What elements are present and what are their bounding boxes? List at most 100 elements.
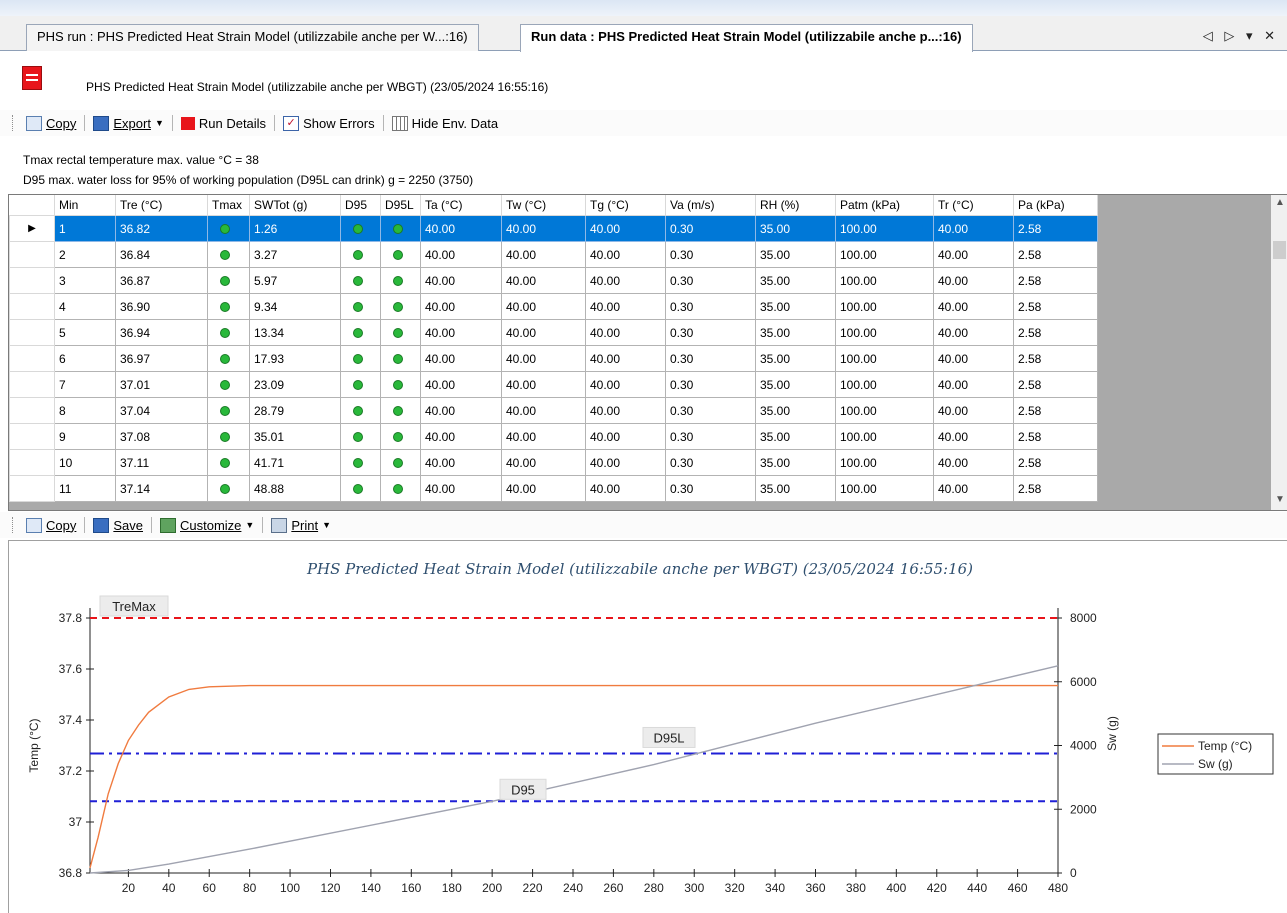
table-cell[interactable]: 36.94	[115, 319, 208, 346]
table-cell[interactable]: 2.58	[1013, 293, 1098, 320]
table-cell[interactable]: 2.58	[1013, 345, 1098, 372]
scroll-up-icon[interactable]: ▲	[1275, 197, 1285, 208]
table-cell[interactable]: 28.79	[249, 397, 341, 424]
table-cell[interactable]: 40.00	[933, 267, 1014, 294]
table-cell[interactable]: 0.30	[665, 215, 756, 242]
table-cell[interactable]: 3.27	[249, 241, 341, 268]
table-row[interactable]: 5 36.94 13.34 40.00 40.00 40.00 0.30 35.00 100.0…	[9, 319, 1098, 346]
table-cell[interactable]: 40.00	[933, 371, 1014, 398]
table-cell[interactable]: 40.00	[585, 319, 666, 346]
table-cell[interactable]: 35.00	[755, 241, 836, 268]
table-row[interactable]: 6 36.97 17.93 40.00 40.00 40.00 0.30 35.00 100.0…	[9, 345, 1098, 372]
table-cell[interactable]: 40.00	[420, 449, 502, 476]
table-cell[interactable]: 35.00	[755, 345, 836, 372]
table-cell[interactable]: 37.14	[115, 475, 208, 502]
vertical-scrollbar[interactable]: ▲ ▼	[1271, 195, 1287, 510]
table-row[interactable]: 11 37.14 48.88 40.00 40.00 40.00 0.30 35.00 100.…	[9, 475, 1098, 502]
column-header[interactable]: Tmax	[207, 195, 250, 216]
table-cell[interactable]: 37.11	[115, 449, 208, 476]
table-cell[interactable]: 40.00	[501, 397, 586, 424]
export-button[interactable]: Export ▼	[89, 115, 168, 131]
row-selector[interactable]	[9, 241, 55, 268]
tab-nav-controls[interactable]: ◁ ▷ ▾ ✕	[1203, 28, 1279, 44]
table-cell[interactable]: 48.88	[249, 475, 341, 502]
table-cell[interactable]: 40.00	[420, 293, 502, 320]
table-row[interactable]: 3 36.87 5.97 40.00 40.00 40.00 0.30 35.00 100.00…	[9, 267, 1098, 294]
toolbar-grip[interactable]	[12, 517, 16, 533]
table-cell[interactable]: 7	[54, 371, 116, 398]
table-cell[interactable]: 40.00	[933, 241, 1014, 268]
table-cell[interactable]: 6	[54, 345, 116, 372]
row-selector[interactable]	[9, 475, 55, 502]
print-button[interactable]: Print ▼	[267, 517, 335, 533]
table-row[interactable]: 8 37.04 28.79 40.00 40.00 40.00 0.30 35.00 100.0…	[9, 397, 1098, 424]
table-cell[interactable]: 100.00	[835, 345, 934, 372]
table-cell[interactable]	[207, 267, 250, 294]
row-selector[interactable]	[9, 345, 55, 372]
table-cell[interactable]: 40.00	[501, 319, 586, 346]
table-cell[interactable]	[380, 215, 421, 242]
table-cell[interactable]: 0.30	[665, 397, 756, 424]
table-cell[interactable]: 35.00	[755, 371, 836, 398]
table-cell[interactable]	[207, 423, 250, 450]
table-cell[interactable]: 35.00	[755, 423, 836, 450]
table-cell[interactable]: 40.00	[501, 267, 586, 294]
table-cell[interactable]: 40.00	[585, 371, 666, 398]
run-data-grid[interactable]: Min Tre (°C) Tmax SWTot (g) D95 D95L Ta (°C) Tw…	[8, 194, 1287, 511]
table-cell[interactable]: 40.00	[501, 423, 586, 450]
table-cell[interactable]: 40.00	[420, 267, 502, 294]
tab-phs-run[interactable]: PHS run : PHS Predicted Heat Strain Mode…	[26, 24, 479, 51]
table-cell[interactable]: 2.58	[1013, 475, 1098, 502]
table-cell[interactable]: 2.58	[1013, 423, 1098, 450]
table-cell[interactable]: 8	[54, 397, 116, 424]
table-cell[interactable]	[340, 371, 381, 398]
table-cell[interactable]	[207, 319, 250, 346]
table-cell[interactable]: 0.30	[665, 423, 756, 450]
scroll-down-icon[interactable]: ▼	[1275, 494, 1285, 505]
hide-env-data-button[interactable]: Hide Env. Data	[388, 115, 502, 131]
table-cell[interactable]: 40.00	[933, 319, 1014, 346]
table-cell[interactable]	[340, 215, 381, 242]
table-cell[interactable]	[380, 397, 421, 424]
table-row[interactable]: 4 36.90 9.34 40.00 40.00 40.00 0.30 35.00 100.00…	[9, 293, 1098, 320]
table-cell[interactable]	[207, 449, 250, 476]
table-cell[interactable]: 40.00	[501, 293, 586, 320]
table-cell[interactable]: 40.00	[933, 423, 1014, 450]
table-cell[interactable]	[340, 345, 381, 372]
table-row[interactable]: 10 37.11 41.71 40.00 40.00 40.00 0.30 35.00 100.…	[9, 449, 1098, 476]
table-cell[interactable]: 2.58	[1013, 241, 1098, 268]
table-cell[interactable]: 11	[54, 475, 116, 502]
table-cell[interactable]: 100.00	[835, 423, 934, 450]
table-cell[interactable]: 100.00	[835, 215, 934, 242]
table-cell[interactable]: 35.00	[755, 267, 836, 294]
table-cell[interactable]: 0.30	[665, 475, 756, 502]
table-cell[interactable]: 2.58	[1013, 397, 1098, 424]
table-cell[interactable]: 35.00	[755, 215, 836, 242]
table-cell[interactable]: 2.58	[1013, 267, 1098, 294]
table-cell[interactable]: 40.00	[585, 449, 666, 476]
table-cell[interactable]: 5	[54, 319, 116, 346]
table-cell[interactable]: 40.00	[501, 475, 586, 502]
table-cell[interactable]: 0.30	[665, 293, 756, 320]
table-cell[interactable]: 40.00	[501, 449, 586, 476]
table-cell[interactable]	[380, 241, 421, 268]
table-cell[interactable]: 23.09	[249, 371, 341, 398]
table-cell[interactable]: 40.00	[933, 293, 1014, 320]
table-cell[interactable]	[380, 319, 421, 346]
table-cell[interactable]: 35.00	[755, 475, 836, 502]
table-cell[interactable]: 100.00	[835, 319, 934, 346]
table-cell[interactable]: 36.84	[115, 241, 208, 268]
table-cell[interactable]	[380, 423, 421, 450]
table-cell[interactable]: 40.00	[933, 345, 1014, 372]
table-cell[interactable]: 13.34	[249, 319, 341, 346]
table-cell[interactable]	[380, 345, 421, 372]
toolbar-grip[interactable]	[12, 115, 16, 131]
column-header[interactable]: RH (%)	[755, 195, 836, 216]
chart-copy-button[interactable]: Copy	[22, 517, 80, 533]
table-cell[interactable]: 40.00	[585, 267, 666, 294]
row-selector[interactable]	[9, 267, 55, 294]
run-details-button[interactable]: Run Details	[177, 116, 270, 131]
table-cell[interactable]: 10	[54, 449, 116, 476]
table-cell[interactable]: 9	[54, 423, 116, 450]
table-cell[interactable]: 40.00	[585, 475, 666, 502]
